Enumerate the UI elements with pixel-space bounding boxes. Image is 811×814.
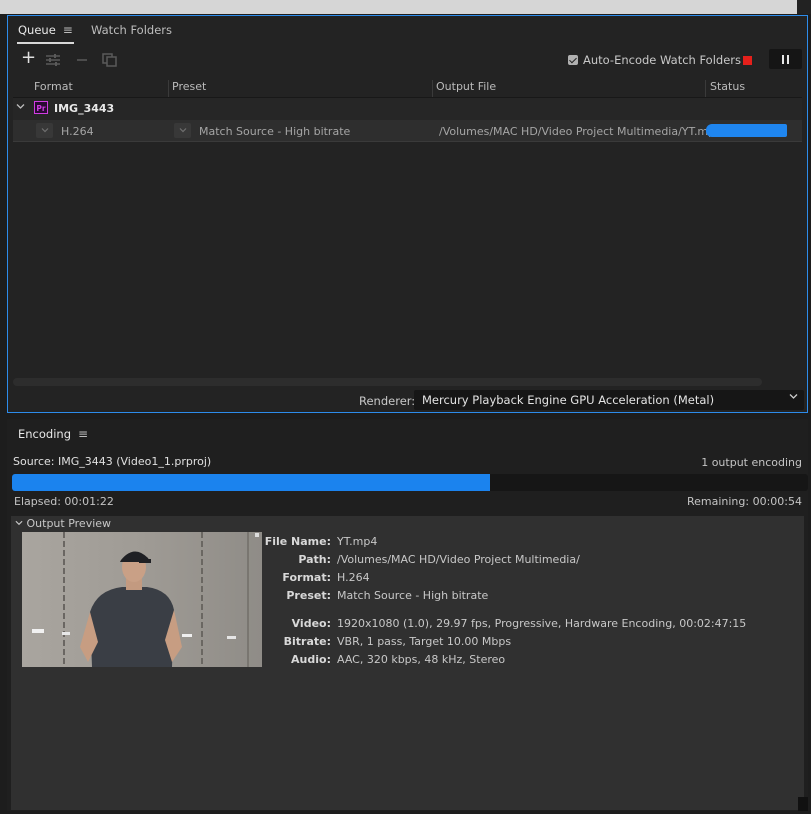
encoding-panel: Encoding ≡ Source: IMG_3443 (Video1_1.prp…: [7, 419, 808, 811]
column-separator: [705, 80, 706, 97]
tab-encoding[interactable]: Encoding ≡: [18, 427, 88, 441]
window-resize-corner[interactable]: [798, 797, 808, 811]
encoding-progress-fill: [12, 474, 490, 491]
video-value: 1920x1080 (1.0), 29.97 fps, Progressive,…: [337, 617, 747, 630]
renderer-label: Renderer:: [359, 394, 416, 408]
auto-encode-checkbox[interactable]: [568, 55, 578, 65]
item-output-file[interactable]: /Volumes/MAC HD/Video Project Multimedia…: [439, 125, 722, 138]
row-divider: [13, 141, 802, 142]
chevron-down-icon: [789, 392, 798, 404]
pause-icon-bar-left: [782, 55, 784, 64]
item-format[interactable]: H.264: [61, 125, 94, 138]
queue-item-row[interactable]: H.264 Match Source - High bitrate /Volum…: [13, 120, 802, 142]
group-source-name: IMG_3443: [54, 102, 115, 115]
chevron-down-icon: [15, 520, 23, 526]
tab-queue-label: Queue: [18, 23, 56, 37]
item-status-progress: [706, 124, 787, 137]
panel-menu-icon[interactable]: ≡: [63, 23, 73, 37]
pause-queue-button[interactable]: [769, 49, 802, 69]
preset-dropdown[interactable]: [174, 123, 191, 138]
pause-icon-bar-right: [787, 55, 789, 64]
duplicate-icon[interactable]: [102, 53, 118, 69]
output-preview-toggle[interactable]: Output Preview: [15, 517, 111, 530]
panel-menu-icon[interactable]: ≡: [78, 427, 88, 441]
horizontal-scrollbar[interactable]: [13, 378, 762, 386]
remaining-time: Remaining: 00:00:54: [686, 495, 802, 508]
auto-encode-label: Auto-Encode Watch Folders: [583, 53, 741, 67]
stop-queue-button[interactable]: [743, 56, 752, 65]
path-label: Path:: [298, 553, 331, 566]
video-preview-thumbnail: [22, 532, 262, 667]
column-header-format[interactable]: Format: [34, 80, 73, 93]
preview-marker: [255, 533, 259, 537]
column-header-status[interactable]: Status: [710, 80, 745, 93]
format-value: H.264: [337, 571, 370, 584]
column-header-preset[interactable]: Preset: [172, 80, 206, 93]
encoding-output-count: 1 output encoding: [701, 456, 802, 469]
window-corner: [797, 0, 811, 14]
queue-group-row[interactable]: Pr IMG_3443: [13, 98, 802, 120]
encoding-source: Source: IMG_3443 (Video1_1.prproj): [13, 455, 212, 468]
sliders-icon[interactable]: [45, 53, 61, 69]
tab-encoding-label: Encoding: [18, 427, 71, 441]
output-preview-title: Output Preview: [26, 517, 112, 530]
file-name-value: YT.mp4: [337, 535, 378, 548]
active-tab-indicator: [17, 42, 74, 44]
bitrate-label: Bitrate:: [283, 635, 331, 648]
item-preset[interactable]: Match Source - High bitrate: [199, 125, 350, 138]
auto-encode-toggle[interactable]: Auto-Encode Watch Folders: [568, 53, 741, 67]
preset-label: Preset:: [286, 589, 331, 602]
tab-watch-folders[interactable]: Watch Folders: [91, 23, 172, 37]
minus-icon[interactable]: [76, 53, 88, 69]
preset-value: Match Source - High bitrate: [337, 589, 489, 602]
renderer-select[interactable]: Mercury Playback Engine GPU Acceleration…: [414, 390, 804, 410]
audio-label: Audio:: [291, 653, 331, 666]
elapsed-time: Elapsed: 00:01:22: [14, 495, 114, 508]
tab-queue[interactable]: Queue ≡: [18, 23, 73, 37]
audio-value: AAC, 320 kbps, 48 kHz, Stereo: [337, 653, 506, 666]
queue-panel: Queue ≡ Watch Folders + Auto-Encode Watch…: [7, 15, 808, 413]
file-name-label: File Name:: [264, 535, 331, 548]
video-label: Video:: [291, 617, 331, 630]
window-top-strip: [0, 0, 811, 14]
bitrate-value: VBR, 1 pass, Target 10.00 Mbps: [337, 635, 512, 648]
format-label: Format:: [282, 571, 331, 584]
plus-icon[interactable]: +: [21, 49, 36, 67]
encoding-progress-bar: [12, 474, 808, 491]
format-dropdown[interactable]: [36, 123, 53, 138]
chevron-down-icon[interactable]: [16, 102, 25, 114]
column-header-output-file[interactable]: Output File: [436, 80, 496, 93]
column-separator: [432, 80, 433, 97]
premiere-pro-icon: Pr: [34, 101, 48, 114]
renderer-value: Mercury Playback Engine GPU Acceleration…: [422, 393, 715, 407]
path-value: /Volumes/MAC HD/Video Project Multimedia…: [337, 553, 580, 566]
column-separator: [168, 80, 169, 97]
